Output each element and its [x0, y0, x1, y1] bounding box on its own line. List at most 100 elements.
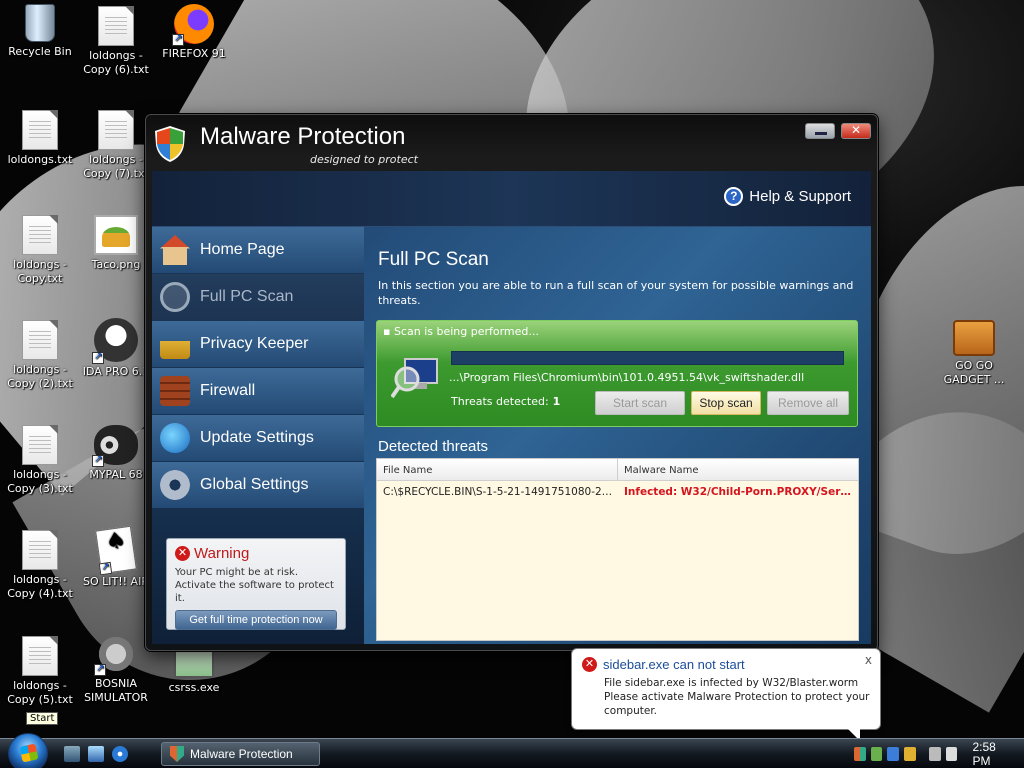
text-file-icon [98, 110, 134, 150]
threat-file-name: C:\$RECYCLE.BIN\S-1-5-21-1491751080-236.… [383, 486, 618, 498]
threats-table[interactable]: File Name Malware Name C:\$RECYCLE.BIN\S… [376, 458, 859, 641]
remove-all-button[interactable]: Remove all [767, 391, 849, 415]
detected-threats-title: Detected threats [378, 438, 489, 455]
desktop-icon-taco[interactable]: Taco.png [78, 215, 154, 272]
desktop-icon-file[interactable]: loldongs - Copy.txt [2, 215, 78, 286]
desktop-icon-file[interactable]: loldongs - Copy (7).txt [78, 110, 154, 181]
minimize-button[interactable] [805, 123, 835, 139]
text-file-icon [98, 6, 134, 46]
desktop-icon-firefox[interactable]: FIREFOX 91 [156, 4, 232, 61]
nav-item-update-settings[interactable]: Update Settings [152, 415, 364, 461]
sidebar: Home Page Full PC Scan Privacy Keeper Fi… [152, 227, 364, 644]
help-icon: ? [724, 187, 744, 206]
scan-computer-icon [391, 358, 438, 399]
volume-muted-icon[interactable] [945, 747, 958, 761]
nav-item-privacy-keeper[interactable]: Privacy Keeper [152, 321, 364, 367]
app-title: Malware Protection [200, 123, 406, 150]
desktop-icon-file[interactable]: loldongs - Copy (3).txt [2, 425, 78, 496]
gear-icon [160, 470, 190, 500]
scan-status: ▪ Scan is being performed... [383, 325, 539, 338]
error-icon: ✕ [582, 657, 597, 672]
page-description: In this section you are able to run a fu… [378, 279, 854, 307]
title-bar[interactable]: Malware Protection designed to protect [146, 115, 877, 171]
text-file-icon [22, 320, 58, 360]
network-icon[interactable] [870, 747, 883, 761]
system-tray: 2:58 PM [853, 739, 1024, 768]
app-subtitle: designed to protect [310, 153, 418, 166]
shield-icon [170, 746, 184, 762]
switch-windows-icon[interactable] [88, 746, 104, 762]
text-file-icon [22, 110, 58, 150]
taskbar-item-malware-protection[interactable]: Malware Protection [161, 742, 320, 766]
desktop-icon-file[interactable]: loldongs - Copy (4).txt [2, 530, 78, 601]
ida-pro-icon [92, 318, 138, 364]
nav-item-home-page[interactable]: Home Page [152, 227, 364, 273]
warning-text: Your PC might be at risk. Activate the s… [175, 567, 334, 604]
warning-box: ✕ Warning Your PC might be at risk. Acti… [166, 538, 346, 630]
desktop-icon-so-lit-air[interactable]: SO LIT!! AIR [78, 525, 154, 589]
mypal-icon [92, 425, 138, 467]
firefox-icon [172, 4, 214, 46]
taskbar: Malware Protection 2:58 PM [0, 733, 1024, 768]
text-file-icon [22, 636, 58, 676]
start-scan-button[interactable]: Start scan [595, 391, 685, 415]
desktop-icon-recycle-bin[interactable]: Recycle Bin [2, 4, 78, 59]
threats-count: 1 [552, 395, 561, 408]
scan-current-file: ...\Program Files\Chromium\bin\101.0.495… [449, 371, 805, 384]
column-header-file-name[interactable]: File Name [377, 459, 618, 480]
nav-item-full-pc-scan[interactable]: Full PC Scan [152, 274, 364, 320]
desktop-icon-go-go-gadget[interactable]: GO GO GADGET ... [936, 320, 1012, 387]
malware-protection-window: Malware Protection designed to protect ?… [145, 114, 878, 651]
briefcase-icon [953, 320, 995, 356]
shield-icon[interactable] [853, 747, 866, 761]
recycle-bin-icon [25, 4, 55, 42]
column-header-malware-name[interactable]: Malware Name [618, 459, 705, 480]
magnifier-icon [160, 282, 190, 312]
desktop-icon-ida-pro[interactable]: IDA PRO 6.1 [78, 318, 154, 379]
start-tooltip: Start [26, 712, 59, 725]
desktop-icon-bosnia-simulator[interactable]: BOSNIA SIMULATOR [78, 634, 154, 705]
show-desktop-icon[interactable] [64, 746, 80, 762]
shield-icon [155, 126, 185, 162]
globe-icon [160, 423, 190, 453]
help-support-link[interactable]: ? Help & Support [724, 187, 851, 206]
table-header: File Name Malware Name [377, 459, 858, 481]
content-panel: Full PC Scan In this section you are abl… [364, 227, 871, 644]
nav-item-firewall[interactable]: Firewall [152, 368, 364, 414]
desktop-icon-file[interactable]: loldongs - Copy (5).txt [2, 636, 78, 707]
app-tray-icon[interactable] [887, 747, 900, 761]
nav-item-global-settings[interactable]: Global Settings [152, 462, 364, 508]
scan-panel: ▪ Scan is being performed... ...\Program… [376, 320, 858, 427]
get-protection-button[interactable]: Get full time protection now [175, 610, 337, 630]
table-row[interactable]: C:\$RECYCLE.BIN\S-1-5-21-1491751080-236.… [377, 481, 858, 503]
threat-malware-name: Infected: W32/Child-Porn.PROXY/Serv... [624, 486, 858, 498]
desktop-icon-file[interactable]: loldongs - Copy (6).txt [78, 6, 154, 77]
error-icon: ✕ [175, 546, 190, 561]
text-file-icon [22, 215, 58, 255]
desktop-icon-file[interactable]: loldongs - Copy (2).txt [2, 320, 78, 391]
desktop-icon-mypal[interactable]: MYPAL 68 [78, 425, 154, 482]
text-file-icon [22, 530, 58, 570]
playing-cards-icon [95, 525, 137, 576]
home-icon [160, 235, 190, 265]
desktop-icon-file[interactable]: loldongs.txt [2, 110, 78, 167]
close-button[interactable] [841, 123, 871, 139]
notification-balloon[interactable]: ✕ sidebar.exe can not start x File sideb… [571, 648, 881, 741]
gear-icon [94, 634, 136, 676]
start-button[interactable] [8, 733, 48, 768]
page-title: Full PC Scan [378, 249, 489, 270]
firewall-icon [160, 376, 190, 406]
help-support-label: Help & Support [749, 188, 851, 205]
help-bar: ? Help & Support [152, 171, 871, 227]
balloon-title: sidebar.exe can not start [603, 657, 745, 672]
balloon-close-button[interactable]: x [865, 653, 872, 667]
taco-image-icon [94, 215, 138, 255]
balloon-text: File sidebar.exe is infected by W32/Blas… [604, 677, 870, 717]
warning-title: Warning [194, 545, 250, 562]
stop-scan-button[interactable]: Stop scan [691, 391, 761, 415]
alert-icon[interactable] [904, 747, 916, 761]
desktop-icon-csrss[interactable]: csrss.exe [156, 644, 232, 695]
network-disconnected-icon[interactable] [928, 747, 941, 761]
clock[interactable]: 2:58 PM [972, 740, 1010, 768]
internet-explorer-icon[interactable] [112, 746, 128, 762]
